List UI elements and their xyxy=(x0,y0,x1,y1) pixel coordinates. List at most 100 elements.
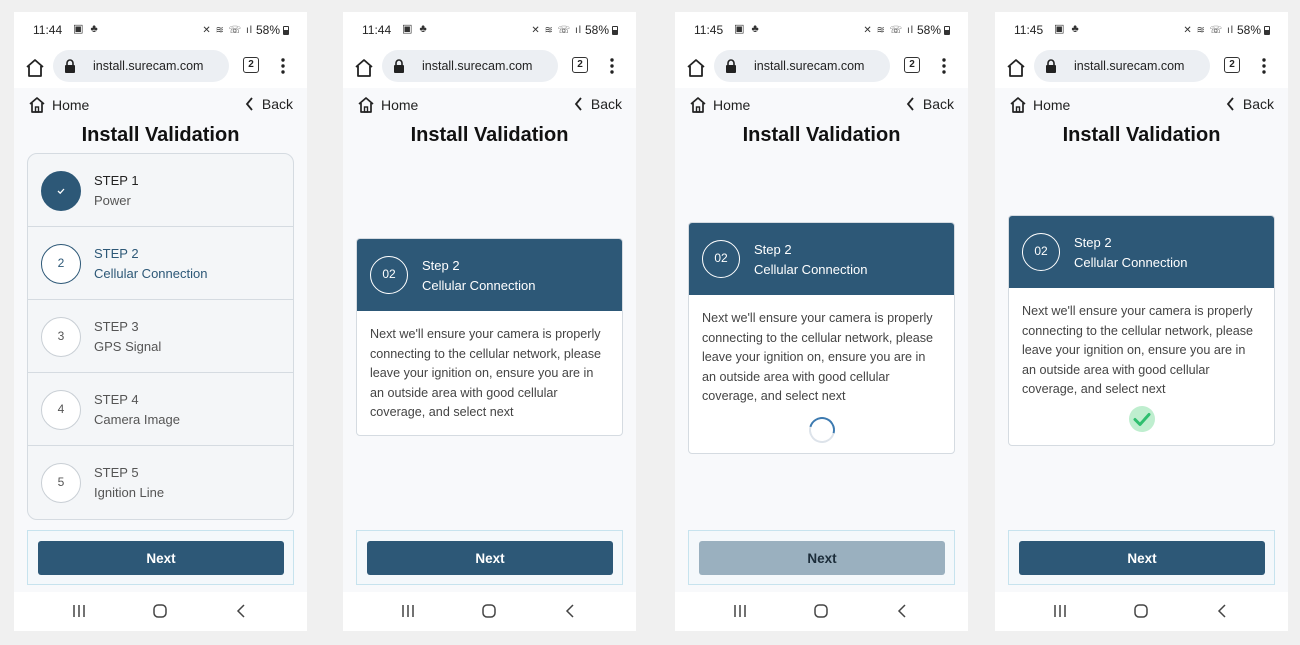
status-right: ✕ ≋ ☏ ıl 58% xyxy=(1183,23,1270,37)
browser-home-icon[interactable] xyxy=(353,57,375,79)
home-icon xyxy=(358,97,374,113)
address-bar[interactable]: install.surecam.com xyxy=(714,50,890,82)
tab-count-button[interactable]: 2 xyxy=(243,57,259,73)
system-back-icon[interactable] xyxy=(563,603,579,619)
url-text: install.surecam.com xyxy=(754,59,865,73)
chevron-left-icon xyxy=(906,97,914,111)
tab-count-button[interactable]: 2 xyxy=(1224,57,1240,73)
lock-icon xyxy=(726,59,736,73)
step-marker: 3 xyxy=(41,317,81,357)
phone-screen-step-success: 11:45 ▣ ♣ ✕ ≋ ☏ ıl 58% install.surecam.c… xyxy=(995,12,1288,631)
back-link[interactable]: Back xyxy=(1226,96,1274,112)
step-item-power[interactable]: STEP 1 Power xyxy=(28,154,293,227)
recent-apps-icon[interactable] xyxy=(732,603,748,619)
step-name: Camera Image xyxy=(94,412,180,427)
system-nav-bar xyxy=(343,592,636,631)
home-link[interactable]: Home xyxy=(689,96,750,114)
notification-icons: ▣ ♣ xyxy=(73,23,100,35)
signal-icons: ✕ ≋ ☏ ıl xyxy=(202,24,253,36)
home-icon xyxy=(690,97,706,113)
system-nav-bar xyxy=(995,592,1288,631)
status-bar: 11:44 ▣ ♣ ✕ ≋ ☏ ıl 58% xyxy=(343,12,636,49)
loading-spinner-icon xyxy=(803,412,840,448)
step-card-label: Step 2 xyxy=(754,242,792,257)
signal-icons: ✕ ≋ ☏ ıl xyxy=(531,24,582,36)
step-item-cellular[interactable]: 2 STEP 2 Cellular Connection xyxy=(28,227,293,300)
check-icon xyxy=(57,188,65,195)
status-time: 11:44 xyxy=(33,23,63,37)
system-home-icon[interactable] xyxy=(1133,603,1149,619)
step-card-name: Cellular Connection xyxy=(754,262,868,277)
step-card: 02 Step 2 Cellular Connection Next we'll… xyxy=(1008,215,1275,446)
step-label: STEP 4 xyxy=(94,392,139,407)
signal-icons: ✕ ≋ ☏ ıl xyxy=(863,24,914,36)
recent-apps-icon[interactable] xyxy=(400,603,416,619)
step-card-header: 02 Step 2 Cellular Connection xyxy=(357,239,622,311)
recent-apps-icon[interactable] xyxy=(1052,603,1068,619)
step-label: STEP 5 xyxy=(94,465,139,480)
battery-percent: 58% xyxy=(255,23,280,37)
system-home-icon[interactable] xyxy=(481,603,497,619)
tab-count-button[interactable]: 2 xyxy=(572,57,588,73)
phone-screen-step-detail: 11:44 ▣ ♣ ✕ ≋ ☏ ıl 58% install.surecam.c… xyxy=(343,12,636,631)
url-text: install.surecam.com xyxy=(422,59,533,73)
lock-icon xyxy=(65,59,75,73)
battery-percent: 58% xyxy=(916,23,941,37)
chevron-left-icon xyxy=(1226,97,1234,111)
step-number-badge: 02 xyxy=(702,240,740,278)
system-back-icon[interactable] xyxy=(234,603,250,619)
browser-home-icon[interactable] xyxy=(685,57,707,79)
next-button-container: Next xyxy=(27,530,294,585)
notification-icons: ▣ ♣ xyxy=(1054,23,1081,35)
back-link[interactable]: Back xyxy=(906,96,954,112)
more-menu-icon[interactable] xyxy=(609,57,615,75)
browser-home-icon[interactable] xyxy=(1005,57,1027,79)
page-nav: Home Back xyxy=(675,88,968,120)
step-item-gps[interactable]: 3 STEP 3 GPS Signal xyxy=(28,300,293,373)
battery-percent: 58% xyxy=(1236,23,1261,37)
step-card-label: Step 2 xyxy=(1074,235,1112,250)
browser-home-icon[interactable] xyxy=(24,57,46,79)
home-link[interactable]: Home xyxy=(28,96,89,114)
url-text: install.surecam.com xyxy=(1074,59,1185,73)
status-right: ✕ ≋ ☏ ıl 58% xyxy=(202,23,289,37)
address-bar[interactable]: install.surecam.com xyxy=(382,50,558,82)
signal-icons: ✕ ≋ ☏ ıl xyxy=(1183,24,1234,36)
page-nav: Home Back xyxy=(995,88,1288,120)
next-button[interactable]: Next xyxy=(38,541,284,575)
step-card: 02 Step 2 Cellular Connection Next we'll… xyxy=(356,238,623,436)
system-home-icon[interactable] xyxy=(152,603,168,619)
status-time: 11:45 xyxy=(694,23,724,37)
back-link[interactable]: Back xyxy=(245,96,293,112)
system-home-icon[interactable] xyxy=(813,603,829,619)
battery-percent: 58% xyxy=(584,23,609,37)
home-link-label: Home xyxy=(52,97,90,113)
browser-toolbar: install.surecam.com 2 xyxy=(675,49,968,88)
notification-icons: ▣ ♣ xyxy=(402,23,429,35)
system-back-icon[interactable] xyxy=(895,603,911,619)
more-menu-icon[interactable] xyxy=(280,57,286,75)
more-menu-icon[interactable] xyxy=(941,57,947,75)
step-marker: 2 xyxy=(41,244,81,284)
step-item-ignition[interactable]: 5 STEP 5 Ignition Line xyxy=(28,446,293,519)
tab-count-button[interactable]: 2 xyxy=(904,57,920,73)
system-back-icon[interactable] xyxy=(1215,603,1231,619)
next-button[interactable]: Next xyxy=(699,541,945,575)
address-bar[interactable]: install.surecam.com xyxy=(1034,50,1210,82)
step-item-camera[interactable]: 4 STEP 4 Camera Image xyxy=(28,373,293,446)
step-card: 02 Step 2 Cellular Connection Next we'll… xyxy=(688,222,955,454)
home-link[interactable]: Home xyxy=(1009,96,1070,114)
page-title: Install Validation xyxy=(1062,124,1221,146)
back-link[interactable]: Back xyxy=(574,96,622,112)
more-menu-icon[interactable] xyxy=(1261,57,1267,75)
status-time: 11:44 xyxy=(362,23,392,37)
step-card-header: 02 Step 2 Cellular Connection xyxy=(689,223,954,295)
next-button[interactable]: Next xyxy=(1019,541,1265,575)
recent-apps-icon[interactable] xyxy=(71,603,87,619)
next-button[interactable]: Next xyxy=(367,541,613,575)
step-marker: 4 xyxy=(41,390,81,430)
home-link[interactable]: Home xyxy=(357,96,418,114)
step-card-instructions: Next we'll ensure your camera is properl… xyxy=(370,327,602,420)
step-name: Cellular Connection xyxy=(94,266,208,281)
address-bar[interactable]: install.surecam.com xyxy=(53,50,229,82)
